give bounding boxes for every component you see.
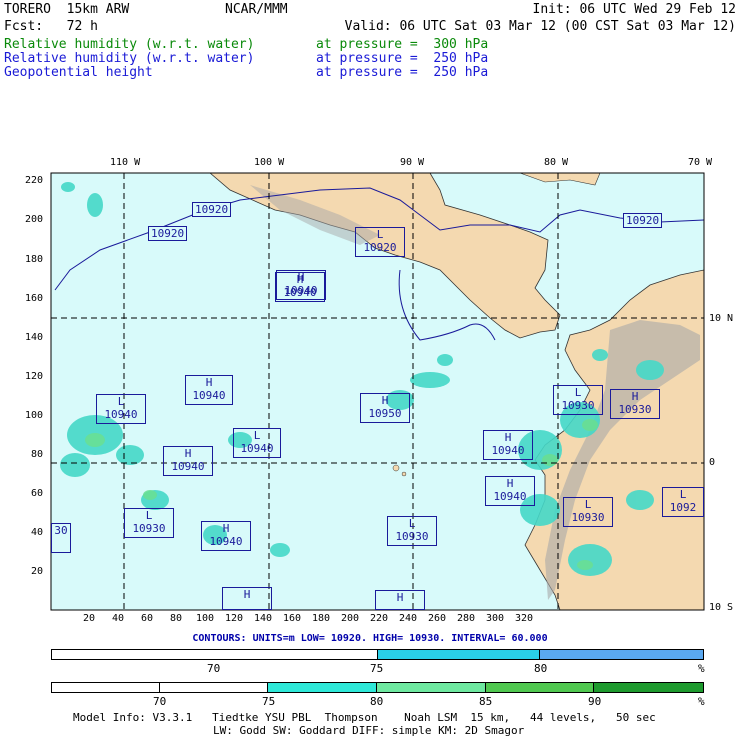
legend-swatch: [540, 650, 703, 659]
pressure-center-box: H 10940: [201, 521, 251, 551]
center-type: L: [145, 509, 153, 522]
center-value: 10930: [618, 403, 652, 416]
center-value: 10920: [363, 241, 397, 254]
center-type: H: [205, 376, 213, 389]
pressure-center-box: H 10950: [360, 393, 410, 423]
legend-swatch: [376, 683, 486, 692]
legend2-tick: 80: [370, 695, 384, 708]
model-info: Model Info: V3.3.1 Tiedtke YSU PBL Thomp…: [73, 711, 656, 724]
pressure-center-box: L 10920: [355, 227, 405, 257]
legend-swatch: [268, 683, 377, 692]
contour-label: 10920: [623, 213, 663, 228]
pressure-center-box: L 10940: [233, 428, 281, 458]
pressure-center-box: L 10940: [96, 394, 146, 424]
legend-swatch: [160, 683, 269, 692]
center-type: L: [574, 386, 582, 399]
center-value: 10930: [561, 399, 595, 412]
legend1-tick: 75: [370, 662, 384, 675]
legend1-unit: %: [698, 662, 705, 675]
center-type: L: [117, 395, 125, 408]
center-type: H: [184, 447, 192, 460]
rh-300-legend-bar: [51, 649, 704, 660]
center-value: 10940: [192, 389, 226, 402]
center-value: 30: [54, 524, 68, 537]
center-value: 10940: [493, 490, 527, 503]
center-type: H: [396, 591, 404, 604]
center-value: 10940: [209, 535, 243, 548]
contour-label: 10920: [148, 226, 188, 241]
pressure-center-box: L 10930: [387, 516, 437, 546]
center-type: L: [376, 228, 384, 241]
pressure-center-box: H 10940: [163, 446, 213, 476]
legend-swatch: [594, 683, 703, 692]
center-value: 10930: [132, 522, 166, 535]
center-type: L: [584, 498, 592, 511]
center-type: L: [679, 488, 687, 501]
pressure-center-box: H 10930: [610, 389, 660, 419]
pressure-center-box: L 10930: [553, 385, 603, 415]
center-type: H: [631, 390, 639, 403]
pressure-center-box: H: [375, 590, 425, 610]
center-type: L: [253, 429, 261, 442]
legend2-tick: 70: [153, 695, 167, 708]
center-type: H: [504, 431, 512, 444]
pressure-center-box: L 10930: [563, 497, 613, 527]
legend1-tick: 70: [207, 662, 221, 675]
model-physics: LW: Godd SW: Goddard DIFF: simple KM: 2D…: [213, 724, 525, 737]
pressure-center-box: 30: [51, 523, 71, 553]
legend-swatch: [485, 683, 595, 692]
center-value: 10930: [571, 511, 605, 524]
contour-label: 10920: [192, 202, 232, 217]
legend-swatch: [52, 683, 161, 692]
pressure-center-box: H 10940: [483, 430, 533, 460]
center-value: 1092: [669, 501, 697, 514]
legend-swatch: [377, 650, 541, 659]
legend1-tick: 80: [534, 662, 548, 675]
center-type: H: [222, 522, 230, 535]
contours-summary: CONTOURS: UNITS=m LOW= 10920. HIGH= 1093…: [192, 633, 548, 644]
legend-swatch: [52, 650, 378, 659]
center-value: 10940: [284, 284, 318, 297]
center-value: 10940: [171, 460, 205, 473]
center-type: H: [506, 477, 514, 490]
center-value: 10950: [368, 407, 402, 420]
weather-map: [50, 172, 705, 611]
pressure-center-box: H 10940: [276, 270, 326, 300]
center-value: 10940: [104, 408, 138, 421]
center-type: H: [297, 271, 305, 284]
center-value: 10930: [395, 530, 429, 543]
pressure-center-box: H 10940: [485, 476, 535, 506]
center-type: H: [243, 588, 251, 601]
pressure-center-box: L 10930: [124, 508, 174, 538]
legend2-tick: 75: [262, 695, 276, 708]
pressure-center-box: H: [222, 587, 272, 610]
center-type: H: [381, 394, 389, 407]
legend2-unit: %: [698, 695, 705, 708]
pressure-center-box: H 10940: [185, 375, 233, 405]
center-value: 10940: [491, 444, 525, 457]
rh-250-legend-bar: [51, 682, 704, 693]
legend2-tick: 85: [479, 695, 493, 708]
pressure-center-box: L 1092: [662, 487, 704, 517]
center-value: 10940: [240, 442, 274, 455]
galapagos: [392, 464, 400, 472]
center-type: L: [408, 517, 416, 530]
legend2-tick: 90: [588, 695, 602, 708]
